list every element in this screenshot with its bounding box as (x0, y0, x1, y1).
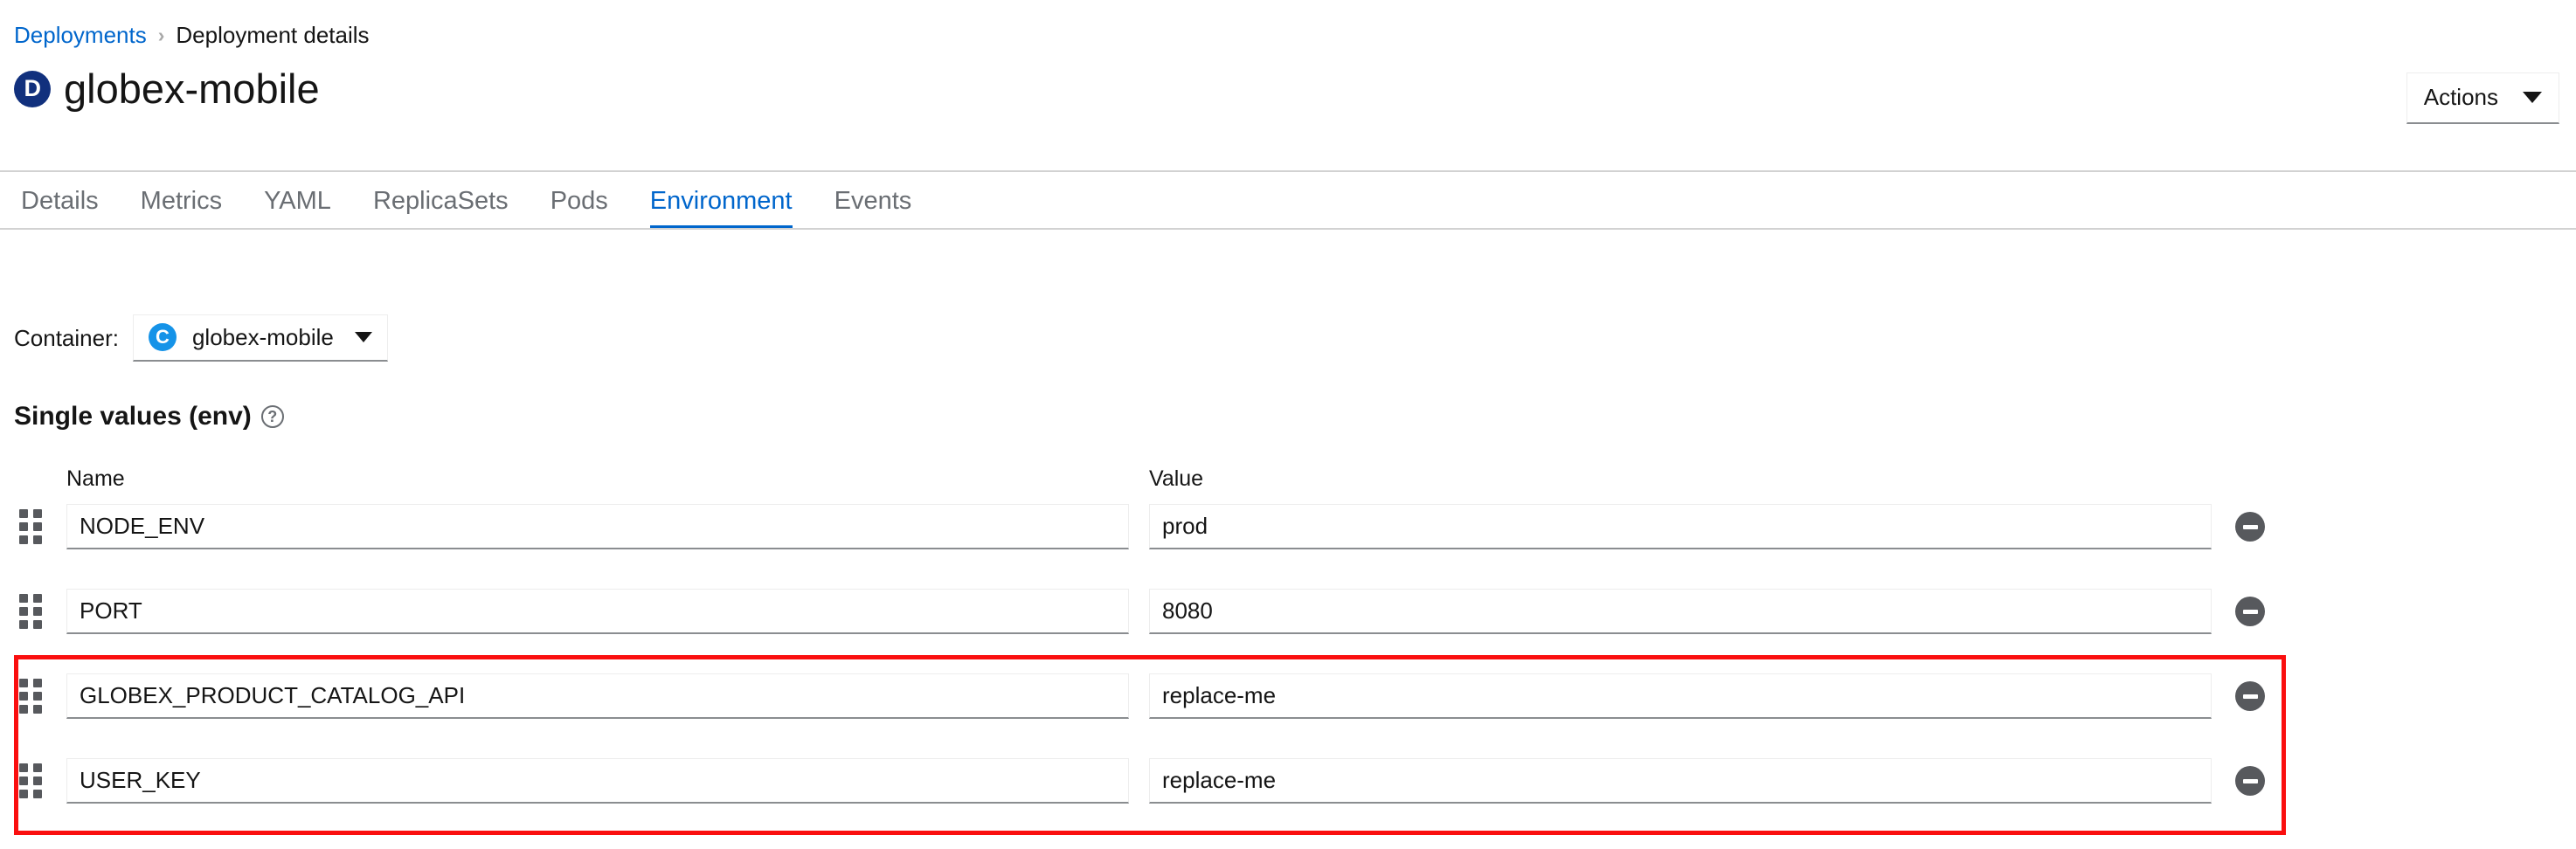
env-name-input[interactable] (66, 673, 1129, 719)
drag-handle-icon[interactable] (19, 594, 49, 629)
page-title-row: D globex-mobile (14, 68, 320, 109)
container-label: Container: (14, 324, 119, 351)
breadcrumb-link-deployments[interactable]: Deployments (14, 24, 147, 46)
actions-button-label: Actions (2423, 84, 2498, 110)
deployment-details-page: Deployments › Deployment details D globe… (0, 0, 2576, 849)
env-value-input[interactable] (1149, 589, 2212, 634)
deployment-badge-icon: D (14, 70, 51, 107)
chevron-down-icon (354, 332, 372, 342)
tab-events[interactable]: Events (814, 172, 933, 230)
env-name-input[interactable] (66, 589, 1129, 634)
tab-environment[interactable]: Environment (629, 172, 814, 230)
container-selector-row: Container: C globex-mobile (14, 314, 388, 362)
help-icon[interactable]: ? (260, 405, 284, 428)
page-title: globex-mobile (64, 66, 320, 112)
env-name-input[interactable] (66, 504, 1129, 549)
breadcrumb: Deployments › Deployment details (14, 24, 370, 46)
table-row (0, 758, 2576, 804)
tab-label: Events (834, 186, 912, 215)
container-selected-value: globex-mobile (191, 323, 334, 350)
drag-handle-icon[interactable] (19, 509, 49, 544)
container-badge-icon: C (148, 323, 177, 351)
actions-button[interactable]: Actions (2406, 72, 2559, 124)
table-row (0, 504, 2576, 549)
tab-label: YAML (264, 186, 331, 215)
minus-circle-icon[interactable] (2235, 766, 2265, 796)
container-select[interactable]: C globex-mobile (132, 314, 388, 362)
env-variables-table: Name Value (0, 466, 2576, 804)
section-title: Single values (env) (14, 402, 252, 431)
tab-yaml[interactable]: YAML (243, 172, 352, 230)
tab-label: Pods (550, 186, 608, 215)
breadcrumb-current: Deployment details (176, 22, 370, 48)
tab-label: Environment (649, 186, 793, 215)
tab-label: Details (21, 186, 99, 215)
section-heading: Single values (env) ? (14, 402, 284, 431)
env-value-input[interactable] (1149, 673, 2212, 719)
tab-bar: Details Metrics YAML ReplicaSets Pods En… (0, 172, 932, 230)
tab-bar-divider (0, 228, 2576, 230)
table-row (0, 673, 2576, 719)
tab-label: Metrics (140, 186, 223, 215)
drag-handle-icon[interactable] (19, 679, 49, 714)
tab-details[interactable]: Details (0, 172, 120, 230)
chevron-down-icon (2523, 92, 2542, 103)
tab-metrics[interactable]: Metrics (120, 172, 243, 230)
column-header-name: Name (66, 466, 125, 491)
tab-pods[interactable]: Pods (530, 172, 629, 230)
table-row (0, 589, 2576, 634)
drag-handle-icon[interactable] (19, 763, 49, 798)
minus-circle-icon[interactable] (2235, 681, 2265, 711)
env-name-input[interactable] (66, 758, 1129, 804)
minus-circle-icon[interactable] (2235, 512, 2265, 542)
tab-replicasets[interactable]: ReplicaSets (352, 172, 530, 230)
table-column-headers: Name Value (0, 466, 2576, 504)
env-value-input[interactable] (1149, 504, 2212, 549)
env-value-input[interactable] (1149, 758, 2212, 804)
tab-label: ReplicaSets (372, 186, 509, 215)
breadcrumb-separator-icon: › (157, 23, 165, 46)
minus-circle-icon[interactable] (2235, 597, 2265, 626)
column-header-value: Value (1149, 466, 1204, 491)
